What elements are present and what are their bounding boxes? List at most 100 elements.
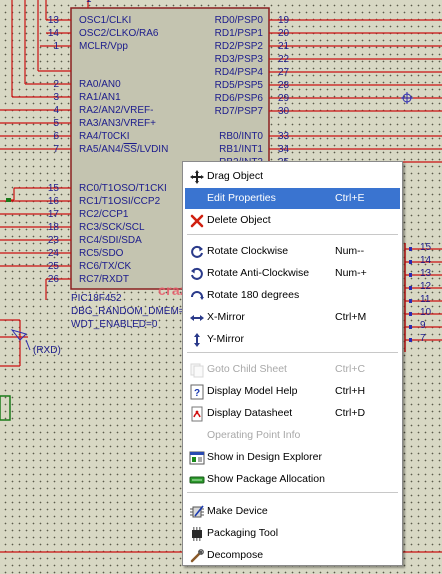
chip-pin-number[interactable]: 7 <box>39 144 59 155</box>
chip-pin-name: RC1/T1OSI/CCP2 <box>79 196 161 207</box>
design-explorer-icon <box>189 450 205 466</box>
help-icon: ? <box>189 384 205 400</box>
menu-item-show-in-design-explorer[interactable]: Show in Design Explorer <box>185 447 400 468</box>
chip-pin-name: RA5/AN4/SS/LVDIN <box>79 144 169 155</box>
x-mirror-icon <box>189 310 205 326</box>
chip-pin-number[interactable]: 2 <box>39 79 59 90</box>
menu-item-decompose[interactable]: Decompose <box>185 545 400 566</box>
menu-item-label: Goto Child Sheet <box>207 363 287 375</box>
menu-item-label: Show Package Allocation <box>207 473 325 485</box>
menu-item-rotate-anti-clockwise[interactable]: Rotate Anti-Clockwise Num-+ <box>185 263 400 284</box>
menu-item-label: Delete Object <box>207 214 271 226</box>
chip-pin-number[interactable]: 18 <box>39 222 59 233</box>
chip-pin-number[interactable]: 22 <box>278 54 289 65</box>
menu-separator <box>187 352 398 353</box>
menu-item-label: Operating Point Info <box>207 429 301 441</box>
chip-pin-number[interactable]: 14 <box>39 28 59 39</box>
menu-item-label: Drag Object <box>207 170 264 182</box>
chip-pin-number[interactable]: 23 <box>39 235 59 246</box>
chip-pin-name: RA1/AN1 <box>79 92 121 103</box>
context-menu[interactable]: Drag Object Edit Properties Ctrl+E Delete O… <box>182 161 403 566</box>
menu-item-shortcut: Ctrl+D <box>335 407 366 419</box>
chip-pin-number[interactable]: 30 <box>278 106 289 117</box>
chip-pin-number[interactable]: 24 <box>39 248 59 259</box>
menu-item-display-datasheet[interactable]: Display Datasheet Ctrl+D <box>185 403 400 424</box>
chip-pin-number[interactable]: 17 <box>39 209 59 220</box>
menu-item-rotate-clockwise[interactable]: Rotate Clockwise Num-- <box>185 241 400 262</box>
menu-item-label: Show in Design Explorer <box>207 451 322 463</box>
menu-separator <box>187 492 398 493</box>
menu-item-label: Rotate Clockwise <box>207 245 289 257</box>
chip-pin-number[interactable]: 4 <box>39 105 59 116</box>
chip-pin-number[interactable]: 27 <box>278 67 289 78</box>
menu-item-x-mirror[interactable]: X-Mirror Ctrl+M <box>185 307 400 328</box>
connector-pin-number: 11 <box>420 294 431 305</box>
chip-pin-name: RC3/SCK/SCL <box>79 222 145 233</box>
chip-pin-name: OSC1/CLKI <box>79 15 132 26</box>
menu-item-operating-point-info: Operating Point Info <box>185 425 400 446</box>
connector-pin-number: 12 <box>420 281 432 292</box>
menu-item-label: Rotate Anti-Clockwise <box>207 267 310 279</box>
y-mirror-icon <box>189 332 205 348</box>
menu-separator <box>187 234 398 235</box>
chip-pin-number[interactable]: 16 <box>39 196 59 207</box>
chip-pin-number[interactable]: 1 <box>39 41 59 52</box>
child-sheet-icon <box>189 362 205 378</box>
svg-text:?: ? <box>194 388 200 399</box>
chip-pin-number[interactable]: 5 <box>39 118 59 129</box>
menu-item-rotate-180-degrees[interactable]: Rotate 180 degrees <box>185 285 400 306</box>
rotate-cw-icon <box>189 244 205 260</box>
menu-item-y-mirror[interactable]: Y-Mirror <box>185 329 400 350</box>
menu-item-delete-object[interactable]: Delete Object <box>185 210 400 231</box>
menu-item-show-package-allocation[interactable]: Show Package Allocation <box>185 469 400 490</box>
chip-pin-number[interactable]: 6 <box>39 131 59 142</box>
chip-pin-number[interactable]: 25 <box>39 261 59 272</box>
rotate-180-icon <box>189 288 205 304</box>
chip-pin-name: RA2/AN2/VREF- <box>79 105 154 116</box>
chip-pin-number[interactable]: 28 <box>278 80 289 91</box>
chip-pin-name: RC5/SDO <box>79 248 124 259</box>
part-property-wdt-label: WDT_ENABLED=0 <box>71 319 158 330</box>
chip-pin-name: RD0/PSP0 <box>214 15 263 26</box>
chip-pin-number[interactable]: 15 <box>39 183 59 194</box>
chip-pin-number[interactable]: 29 <box>278 93 289 104</box>
connector-pin-number: 7 <box>420 333 426 344</box>
chip-pin-number[interactable]: 3 <box>39 92 59 103</box>
chip-pin-name: RA3/AN3/VREF+ <box>79 118 156 129</box>
menu-item-make-device[interactable]: Make Device <box>185 501 400 522</box>
connector-pin-number: 9 <box>420 320 426 331</box>
rotate-ccw-icon <box>189 266 205 282</box>
chip-pin-number[interactable]: 19 <box>278 15 289 26</box>
chip-pin-number[interactable]: 21 <box>278 41 289 52</box>
chip-pin-number[interactable]: 26 <box>39 274 59 285</box>
chip-pin-number[interactable]: 34 <box>278 144 289 155</box>
chip-pin-name: RD7/PSP7 <box>214 106 263 117</box>
red-x-icon <box>189 213 205 229</box>
chip-pin-name: RC6/TX/CK <box>79 261 132 272</box>
menu-item-shortcut: Ctrl+H <box>335 385 366 397</box>
chip-pin-name: RB0/INT0 <box>219 131 263 142</box>
menu-item-packaging-tool[interactable]: Packaging Tool <box>185 523 400 544</box>
menu-item-label: Edit Properties <box>207 192 276 204</box>
decompose-icon <box>189 548 205 564</box>
chip-pin-name: RD4/PSP4 <box>214 67 263 78</box>
chip-pin-number[interactable]: 13 <box>39 15 59 26</box>
chip-pin-name: RC0/T1OSO/T1CKI <box>79 183 167 194</box>
net-label-rxd[interactable]: (RXD) <box>33 345 61 356</box>
menu-item-label: Rotate 180 degrees <box>207 289 300 301</box>
menu-item-shortcut: Ctrl+C <box>335 363 366 375</box>
menu-item-label: Decompose <box>207 549 264 561</box>
menu-item-label: X-Mirror <box>207 311 245 323</box>
menu-item-display-model-help[interactable]: ? Display Model Help Ctrl+H <box>185 381 400 402</box>
menu-item-drag-object[interactable]: Drag Object <box>185 166 400 187</box>
chip-pin-name: RA4/T0CKI <box>79 131 130 142</box>
connector-pin-number: 13 <box>420 268 432 279</box>
pdf-icon <box>189 406 205 422</box>
chip-pin-number[interactable]: 33 <box>278 131 289 142</box>
menu-item-edit-properties[interactable]: Edit Properties Ctrl+E <box>185 188 400 209</box>
chip-pin-name: RC7/RXDT <box>79 274 130 285</box>
chip-pin-name: OSC2/CLKO/RA6 <box>79 28 159 39</box>
chip-pin-name: RD3/PSP3 <box>214 54 263 65</box>
chip-pin-number[interactable]: 20 <box>278 28 289 39</box>
connector-pin-number: 15 <box>420 242 432 253</box>
